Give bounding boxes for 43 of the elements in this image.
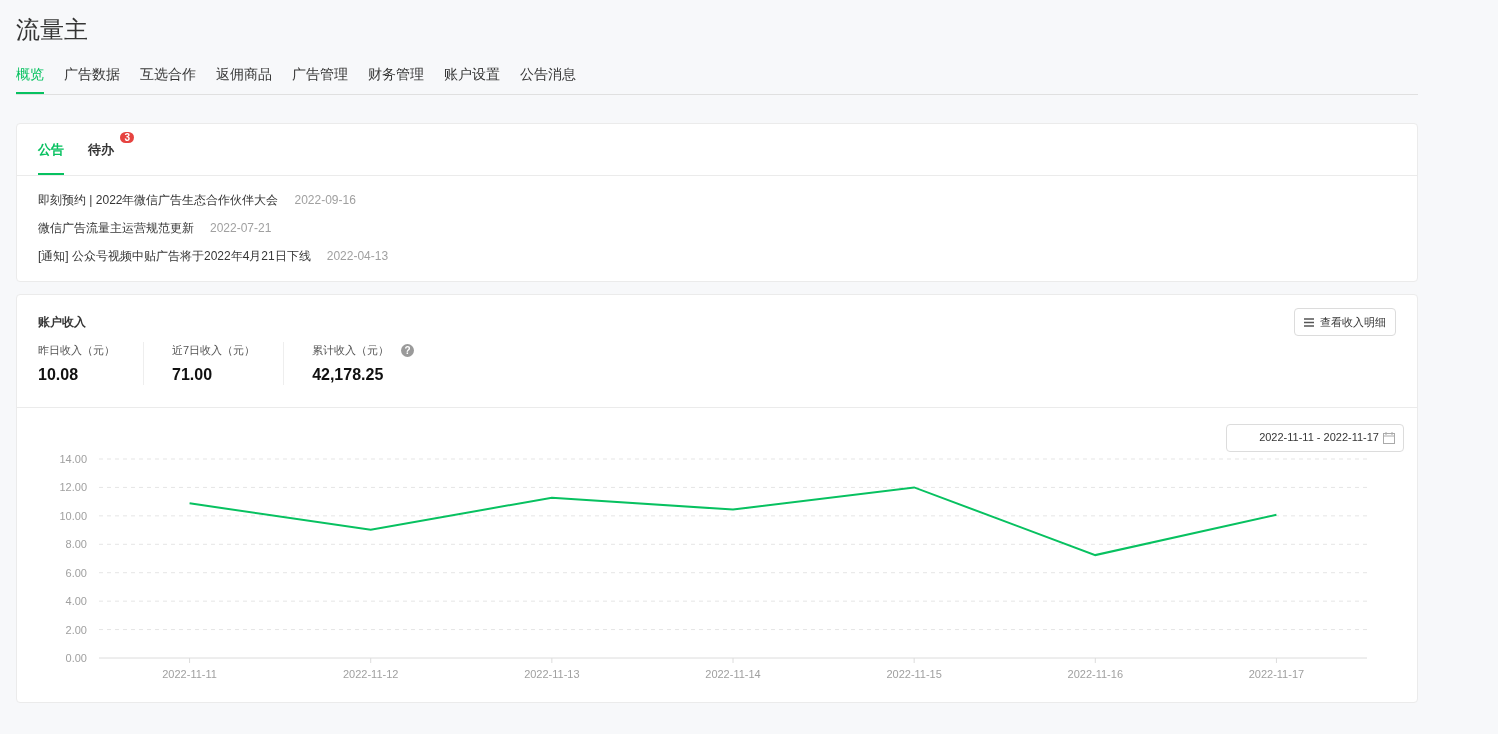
nav-tab[interactable]: 互选合作 <box>140 64 196 94</box>
x-axis-label: 2022-11-16 <box>1067 667 1123 680</box>
nav-tab[interactable]: 返佣商品 <box>216 64 272 94</box>
x-tick <box>189 657 191 663</box>
stat-label: 近7日收入（元） <box>172 343 256 358</box>
y-axis-label: 14.00 <box>59 452 87 465</box>
calendar-icon <box>1383 431 1395 444</box>
x-axis-label: 2022-11-17 <box>1248 667 1305 680</box>
y-axis-label: 6.00 <box>65 566 87 579</box>
date-range-picker[interactable]: 2022-11-11 - 2022-11-17 <box>1226 423 1404 452</box>
nav-tab[interactable]: 广告管理 <box>292 64 348 94</box>
x-axis-label: 2022-11-13 <box>524 667 580 680</box>
nav-tab[interactable]: 广告数据 <box>64 64 120 94</box>
notice-date: 2022-04-13 <box>326 248 389 265</box>
x-tick <box>1275 657 1277 663</box>
y-axis-label: 12.00 <box>59 480 87 493</box>
x-axis-label: 2022-11-14 <box>705 667 761 680</box>
y-axis-label: 10.00 <box>59 509 87 522</box>
x-axis-label: 2022-11-15 <box>886 667 942 680</box>
notice-date: 2022-09-16 <box>294 192 356 209</box>
income-detail-button[interactable]: 查看收入明细 <box>1294 308 1396 336</box>
y-axis-label: 8.00 <box>65 537 87 550</box>
nav-tab[interactable]: 公告消息 <box>520 64 576 94</box>
notice-date: 2022-07-21 <box>210 220 272 237</box>
count-badge: 3 <box>120 132 134 143</box>
stat-value: 10.08 <box>38 364 80 385</box>
y-axis-label: 4.00 <box>65 594 87 607</box>
card-title: 账户收入 <box>38 314 86 331</box>
list-icon <box>1304 317 1314 327</box>
page-title: 流量主 <box>16 15 89 45</box>
y-axis-label: 2.00 <box>65 623 87 636</box>
x-axis-label: 2022-11-11 <box>162 667 217 680</box>
notice-link[interactable]: [通知] 公众号视频中贴广告将于2022年4月21日下线 <box>38 248 311 265</box>
nav-tab[interactable]: 账户设置 <box>444 64 500 94</box>
stat-label: 昨日收入（元） <box>38 343 115 358</box>
stat-label: 累计收入（元） <box>312 343 390 358</box>
x-axis-label: 2022-11-12 <box>343 667 399 680</box>
stat-value: 42,178.25 <box>312 364 385 385</box>
notice-link[interactable]: 微信广告流量主运营规范更新 <box>38 220 194 237</box>
stat-value: 71.00 <box>172 364 214 385</box>
nav-tab[interactable]: 财务管理 <box>368 64 424 94</box>
y-axis-label: 0.00 <box>65 651 87 664</box>
notice-link[interactable]: 即刻预约 | 2022年微信广告生态合作伙伴大会 <box>38 192 279 209</box>
